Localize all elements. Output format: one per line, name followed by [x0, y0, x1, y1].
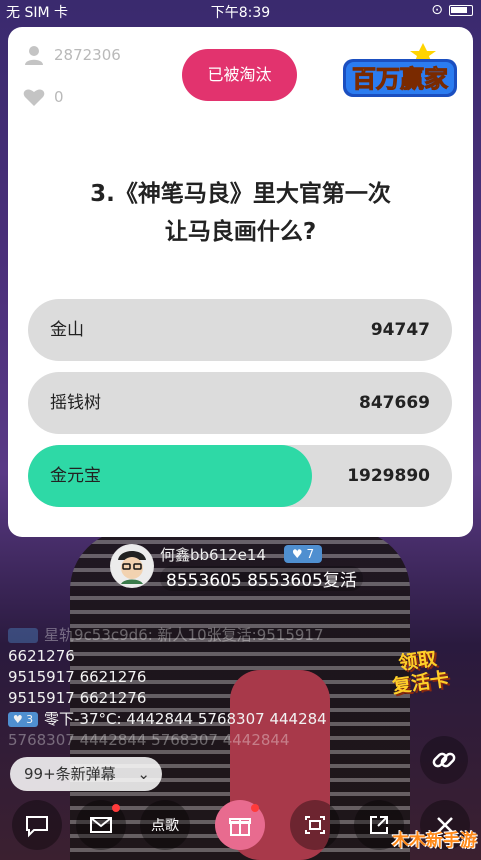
comment-text: 9515917 6621276: [8, 668, 147, 686]
share-out-icon: [370, 816, 388, 834]
comment-level-tag: ♥ 3: [8, 712, 38, 727]
status-icons: ⊙: [431, 2, 473, 18]
option-3[interactable]: 金元宝 1929890: [28, 445, 452, 507]
share-link-button[interactable]: [420, 736, 468, 784]
new-bullets-label: 99+条新弹幕: [24, 765, 116, 783]
song-request-button[interactable]: 点歌: [140, 800, 190, 850]
notification-dot: [112, 804, 120, 812]
notification-dot: [251, 804, 259, 812]
app-logo: 百万赢家: [343, 43, 457, 97]
question-card: 2872306 0 已被淘汰 百万赢家 3.《神笔马良》里大官第一次 让马良画什…: [8, 27, 473, 537]
eliminated-badge: 已被淘汰: [182, 49, 297, 101]
viewer-count: 2872306: [22, 43, 121, 67]
status-bar: 无 SIM 卡 下午8:39 ⊙: [0, 0, 481, 22]
message-button[interactable]: [76, 800, 126, 850]
comment-item: 5768307 4442844 5768307 4442844: [8, 730, 408, 751]
comment-list: 星轨9c53c9d6: 新人10张复活:9515917 6621276 9515…: [8, 625, 408, 751]
option-1-count: 94747: [370, 320, 430, 340]
option-1[interactable]: 金山 94747: [28, 299, 452, 361]
like-count: 0: [22, 85, 64, 109]
camera-frame-icon: [305, 816, 325, 834]
record-button[interactable]: [290, 800, 340, 850]
claim-revive-card-button[interactable]: 领取 复活卡: [376, 645, 463, 712]
user-name: 何鑫bb612e14: [160, 546, 266, 564]
comment-button[interactable]: [12, 800, 62, 850]
avatar-face-icon: [111, 545, 153, 587]
user-level-badge: ♥ 7: [284, 545, 322, 563]
song-request-label: 点歌: [151, 818, 179, 834]
person-icon: [25, 46, 43, 65]
comment-item: 6621276: [8, 646, 408, 667]
option-1-label: 金山: [50, 320, 84, 340]
new-bullets-button[interactable]: 99+条新弹幕 ⌄: [10, 757, 162, 791]
heart-icon: [23, 89, 45, 106]
viewer-count-value: 2872306: [54, 46, 121, 64]
comment-item: 9515917 6621276: [8, 667, 408, 688]
comment-level-tag: [8, 628, 38, 643]
chevron-down-icon: ⌄: [137, 765, 150, 783]
comment-item: ♥ 3 零下-37°C: 4442844 5768307 444284: [8, 709, 408, 730]
option-2-count: 847669: [359, 393, 430, 413]
option-2[interactable]: 摇钱树 847669: [28, 372, 452, 434]
mail-icon: [90, 817, 112, 833]
svg-text:百万赢家: 百万赢家: [352, 65, 448, 93]
option-2-label: 摇钱树: [50, 393, 101, 413]
comment-text: 9515917 6621276: [8, 689, 147, 707]
comment-text: 6621276: [8, 647, 75, 665]
comment-text: 零下-37°C: 4442844 5768307 444284: [44, 710, 327, 728]
like-count-value: 0: [54, 88, 64, 106]
battery-icon: [449, 4, 473, 16]
option-3-count: 1929890: [347, 466, 430, 486]
user-message: 8553605 8553605复活: [160, 566, 363, 591]
lock-rotation-icon: ⊙: [431, 2, 443, 18]
question-line-1: 3.《神笔马良》里大官第一次: [90, 181, 391, 207]
avatar[interactable]: [110, 544, 154, 588]
gift-icon: [229, 818, 251, 836]
clock: 下午8:39: [210, 5, 271, 21]
option-3-label: 金元宝: [50, 466, 101, 486]
question-line-2: 让马良画什么?: [164, 219, 317, 245]
question-text: 3.《神笔马良》里大官第一次 让马良画什么?: [8, 175, 473, 251]
speech-bubble-icon: [26, 816, 48, 838]
comment-text: 星轨9c53c9d6: 新人10张复活:9515917: [44, 626, 324, 644]
comment-item: 星轨9c53c9d6: 新人10张复活:9515917: [8, 625, 408, 646]
gift-button[interactable]: [215, 800, 265, 850]
watermark: 木木新手游: [392, 831, 477, 851]
link-icon: [432, 752, 456, 768]
comment-text: 5768307 4442844 5768307 4442844: [8, 731, 290, 749]
comment-item: 9515917 6621276: [8, 688, 408, 709]
